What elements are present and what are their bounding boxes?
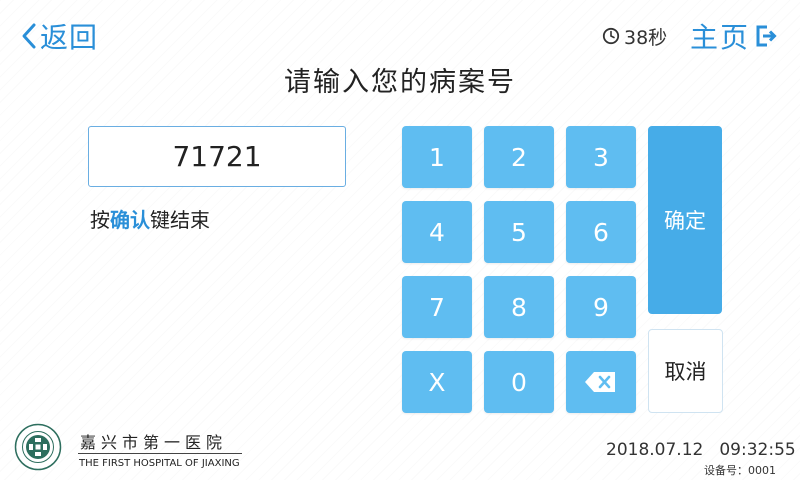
page-title: 请输入您的病案号 (284, 67, 516, 98)
confirm-button[interactable]: 确定 (648, 126, 722, 314)
datetime: 2018.07.12 09:32:55 (606, 440, 796, 460)
hospital-name-cn: 嘉兴市第一医院 (80, 433, 228, 452)
back-button[interactable]: 返回 (20, 16, 98, 56)
chevron-left-icon (22, 23, 36, 49)
key-5[interactable]: 5 (484, 201, 554, 263)
countdown-timer: 38秒 (602, 22, 667, 50)
key-9[interactable]: 9 (566, 276, 636, 338)
device-id: 设备号：0001 (704, 464, 776, 477)
date-text: 2018.07.12 (606, 440, 704, 460)
hint-after: 键结束 (150, 208, 210, 232)
time-text: 09:32:55 (719, 440, 796, 460)
hint-highlight: 确认 (110, 208, 150, 232)
clock-icon (602, 27, 620, 45)
hospital-name-en: THE FIRST HOSPITAL OF JIAXING (79, 458, 240, 469)
hospital-logo (14, 423, 62, 471)
home-label: 主页 (690, 21, 751, 54)
backspace-icon (585, 372, 615, 392)
key-8[interactable]: 8 (484, 276, 554, 338)
hint-before: 按 (90, 208, 110, 232)
key-6[interactable]: 6 (566, 201, 636, 263)
key-1[interactable]: 1 (402, 126, 472, 188)
cancel-button[interactable]: 取消 (648, 329, 723, 413)
hint-text: 按确认键结束 (90, 204, 210, 233)
key-0[interactable]: 0 (484, 351, 554, 413)
record-number-input[interactable]: 71721 (88, 126, 346, 187)
key-3[interactable]: 3 (566, 126, 636, 188)
divider (78, 453, 242, 454)
back-label: 返回 (40, 21, 99, 54)
key-7[interactable]: 7 (402, 276, 472, 338)
key-x[interactable]: X (402, 351, 472, 413)
backspace-key[interactable] (566, 351, 636, 413)
exit-icon (756, 25, 777, 47)
key-4[interactable]: 4 (402, 201, 472, 263)
countdown-text: 38秒 (624, 26, 668, 49)
key-2[interactable]: 2 (484, 126, 554, 188)
home-button[interactable]: 主页 (690, 16, 778, 56)
